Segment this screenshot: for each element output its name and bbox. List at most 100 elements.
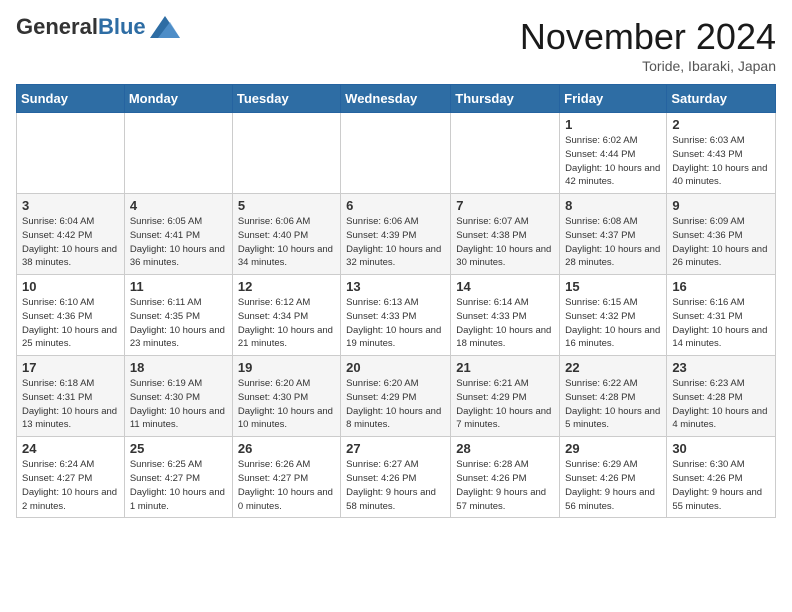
calendar-cell: 13 Sunrise: 6:13 AM Sunset: 4:33 PM Dayli…	[341, 275, 451, 356]
day-info: Sunrise: 6:10 AM Sunset: 4:36 PM Dayligh…	[22, 296, 119, 351]
day-number: 30	[672, 441, 770, 456]
logo: GeneralBlue	[16, 16, 180, 38]
calendar-cell	[341, 113, 451, 194]
calendar-cell	[451, 113, 560, 194]
calendar-header-row: SundayMondayTuesdayWednesdayThursdayFrid…	[17, 85, 776, 113]
calendar-header-saturday: Saturday	[667, 85, 776, 113]
calendar-header-tuesday: Tuesday	[232, 85, 340, 113]
month-title: November 2024	[520, 16, 776, 58]
day-info: Sunrise: 6:12 AM Sunset: 4:34 PM Dayligh…	[238, 296, 335, 351]
day-number: 16	[672, 279, 770, 294]
calendar-header-wednesday: Wednesday	[341, 85, 451, 113]
day-number: 10	[22, 279, 119, 294]
calendar-cell: 4 Sunrise: 6:05 AM Sunset: 4:41 PM Daylig…	[124, 194, 232, 275]
calendar-week-row: 17 Sunrise: 6:18 AM Sunset: 4:31 PM Dayli…	[17, 356, 776, 437]
calendar-cell: 3Sunrise: 6:04 AM Sunset: 4:42 PM Daylig…	[17, 194, 125, 275]
day-number: 26	[238, 441, 335, 456]
day-number: 3	[22, 198, 119, 213]
calendar-cell: 10 Sunrise: 6:10 AM Sunset: 4:36 PM Dayli…	[17, 275, 125, 356]
day-number: 23	[672, 360, 770, 375]
calendar-cell: 8 Sunrise: 6:08 AM Sunset: 4:37 PM Daylig…	[560, 194, 667, 275]
logo-text: GeneralBlue	[16, 16, 146, 38]
calendar-cell: 6 Sunrise: 6:06 AM Sunset: 4:39 PM Daylig…	[341, 194, 451, 275]
calendar-header-thursday: Thursday	[451, 85, 560, 113]
day-info: Sunrise: 6:02 AM Sunset: 4:44 PM Dayligh…	[565, 134, 661, 189]
calendar-cell: 22 Sunrise: 6:22 AM Sunset: 4:28 PM Dayli…	[560, 356, 667, 437]
day-number: 8	[565, 198, 661, 213]
day-info: Sunrise: 6:06 AM Sunset: 4:40 PM Dayligh…	[238, 215, 335, 270]
day-number: 7	[456, 198, 554, 213]
calendar-header-monday: Monday	[124, 85, 232, 113]
logo-blue: Blue	[98, 14, 146, 39]
day-info: Sunrise: 6:28 AM Sunset: 4:26 PM Dayligh…	[456, 458, 554, 513]
day-info: Sunrise: 6:11 AM Sunset: 4:35 PM Dayligh…	[130, 296, 227, 351]
day-number: 27	[346, 441, 445, 456]
calendar-cell	[17, 113, 125, 194]
day-number: 13	[346, 279, 445, 294]
day-info: Sunrise: 6:25 AM Sunset: 4:27 PM Dayligh…	[130, 458, 227, 513]
calendar-cell: 18Sunrise: 6:19 AM Sunset: 4:30 PM Dayli…	[124, 356, 232, 437]
day-number: 17	[22, 360, 119, 375]
day-info: Sunrise: 6:20 AM Sunset: 4:29 PM Dayligh…	[346, 377, 445, 432]
calendar-cell: 2 Sunrise: 6:03 AM Sunset: 4:43 PM Daylig…	[667, 113, 776, 194]
calendar-cell: 29Sunrise: 6:29 AM Sunset: 4:26 PM Dayli…	[560, 437, 667, 518]
day-info: Sunrise: 6:08 AM Sunset: 4:37 PM Dayligh…	[565, 215, 661, 270]
page-header: GeneralBlue November 2024 Toride, Ibarak…	[16, 16, 776, 74]
calendar-cell: 28 Sunrise: 6:28 AM Sunset: 4:26 PM Dayli…	[451, 437, 560, 518]
day-number: 25	[130, 441, 227, 456]
calendar-cell	[232, 113, 340, 194]
day-info: Sunrise: 6:18 AM Sunset: 4:31 PM Dayligh…	[22, 377, 119, 432]
day-number: 12	[238, 279, 335, 294]
calendar-cell: 14Sunrise: 6:14 AM Sunset: 4:33 PM Dayli…	[451, 275, 560, 356]
day-number: 11	[130, 279, 227, 294]
logo-icon	[150, 16, 180, 38]
calendar-week-row: 24Sunrise: 6:24 AM Sunset: 4:27 PM Dayli…	[17, 437, 776, 518]
day-number: 22	[565, 360, 661, 375]
calendar-table: SundayMondayTuesdayWednesdayThursdayFrid…	[16, 84, 776, 518]
day-number: 20	[346, 360, 445, 375]
calendar-week-row: 3Sunrise: 6:04 AM Sunset: 4:42 PM Daylig…	[17, 194, 776, 275]
day-number: 2	[672, 117, 770, 132]
day-info: Sunrise: 6:22 AM Sunset: 4:28 PM Dayligh…	[565, 377, 661, 432]
day-info: Sunrise: 6:13 AM Sunset: 4:33 PM Dayligh…	[346, 296, 445, 351]
day-info: Sunrise: 6:19 AM Sunset: 4:30 PM Dayligh…	[130, 377, 227, 432]
day-info: Sunrise: 6:09 AM Sunset: 4:36 PM Dayligh…	[672, 215, 770, 270]
day-info: Sunrise: 6:07 AM Sunset: 4:38 PM Dayligh…	[456, 215, 554, 270]
day-info: Sunrise: 6:16 AM Sunset: 4:31 PM Dayligh…	[672, 296, 770, 351]
calendar-cell: 27Sunrise: 6:27 AM Sunset: 4:26 PM Dayli…	[341, 437, 451, 518]
day-info: Sunrise: 6:20 AM Sunset: 4:30 PM Dayligh…	[238, 377, 335, 432]
calendar-cell: 9 Sunrise: 6:09 AM Sunset: 4:36 PM Daylig…	[667, 194, 776, 275]
day-info: Sunrise: 6:14 AM Sunset: 4:33 PM Dayligh…	[456, 296, 554, 351]
calendar-cell: 1 Sunrise: 6:02 AM Sunset: 4:44 PM Daylig…	[560, 113, 667, 194]
day-number: 19	[238, 360, 335, 375]
day-info: Sunrise: 6:03 AM Sunset: 4:43 PM Dayligh…	[672, 134, 770, 189]
day-number: 28	[456, 441, 554, 456]
calendar-cell: 12 Sunrise: 6:12 AM Sunset: 4:34 PM Dayli…	[232, 275, 340, 356]
day-info: Sunrise: 6:21 AM Sunset: 4:29 PM Dayligh…	[456, 377, 554, 432]
day-info: Sunrise: 6:06 AM Sunset: 4:39 PM Dayligh…	[346, 215, 445, 270]
calendar-cell: 11 Sunrise: 6:11 AM Sunset: 4:35 PM Dayli…	[124, 275, 232, 356]
title-block: November 2024 Toride, Ibaraki, Japan	[520, 16, 776, 74]
calendar-cell: 20 Sunrise: 6:20 AM Sunset: 4:29 PM Dayli…	[341, 356, 451, 437]
day-number: 5	[238, 198, 335, 213]
calendar-cell: 7 Sunrise: 6:07 AM Sunset: 4:38 PM Daylig…	[451, 194, 560, 275]
day-info: Sunrise: 6:29 AM Sunset: 4:26 PM Dayligh…	[565, 458, 661, 513]
day-info: Sunrise: 6:23 AM Sunset: 4:28 PM Dayligh…	[672, 377, 770, 432]
calendar-header-friday: Friday	[560, 85, 667, 113]
day-number: 9	[672, 198, 770, 213]
day-number: 1	[565, 117, 661, 132]
day-number: 4	[130, 198, 227, 213]
day-number: 21	[456, 360, 554, 375]
calendar-cell: 30 Sunrise: 6:30 AM Sunset: 4:26 PM Dayli…	[667, 437, 776, 518]
day-number: 24	[22, 441, 119, 456]
day-info: Sunrise: 6:26 AM Sunset: 4:27 PM Dayligh…	[238, 458, 335, 513]
location: Toride, Ibaraki, Japan	[520, 58, 776, 74]
day-number: 6	[346, 198, 445, 213]
calendar-cell: 26 Sunrise: 6:26 AM Sunset: 4:27 PM Dayli…	[232, 437, 340, 518]
calendar-cell: 5 Sunrise: 6:06 AM Sunset: 4:40 PM Daylig…	[232, 194, 340, 275]
day-info: Sunrise: 6:30 AM Sunset: 4:26 PM Dayligh…	[672, 458, 770, 513]
calendar-cell: 23 Sunrise: 6:23 AM Sunset: 4:28 PM Dayli…	[667, 356, 776, 437]
day-info: Sunrise: 6:05 AM Sunset: 4:41 PM Dayligh…	[130, 215, 227, 270]
calendar-cell: 21 Sunrise: 6:21 AM Sunset: 4:29 PM Dayli…	[451, 356, 560, 437]
calendar-cell: 15Sunrise: 6:15 AM Sunset: 4:32 PM Dayli…	[560, 275, 667, 356]
